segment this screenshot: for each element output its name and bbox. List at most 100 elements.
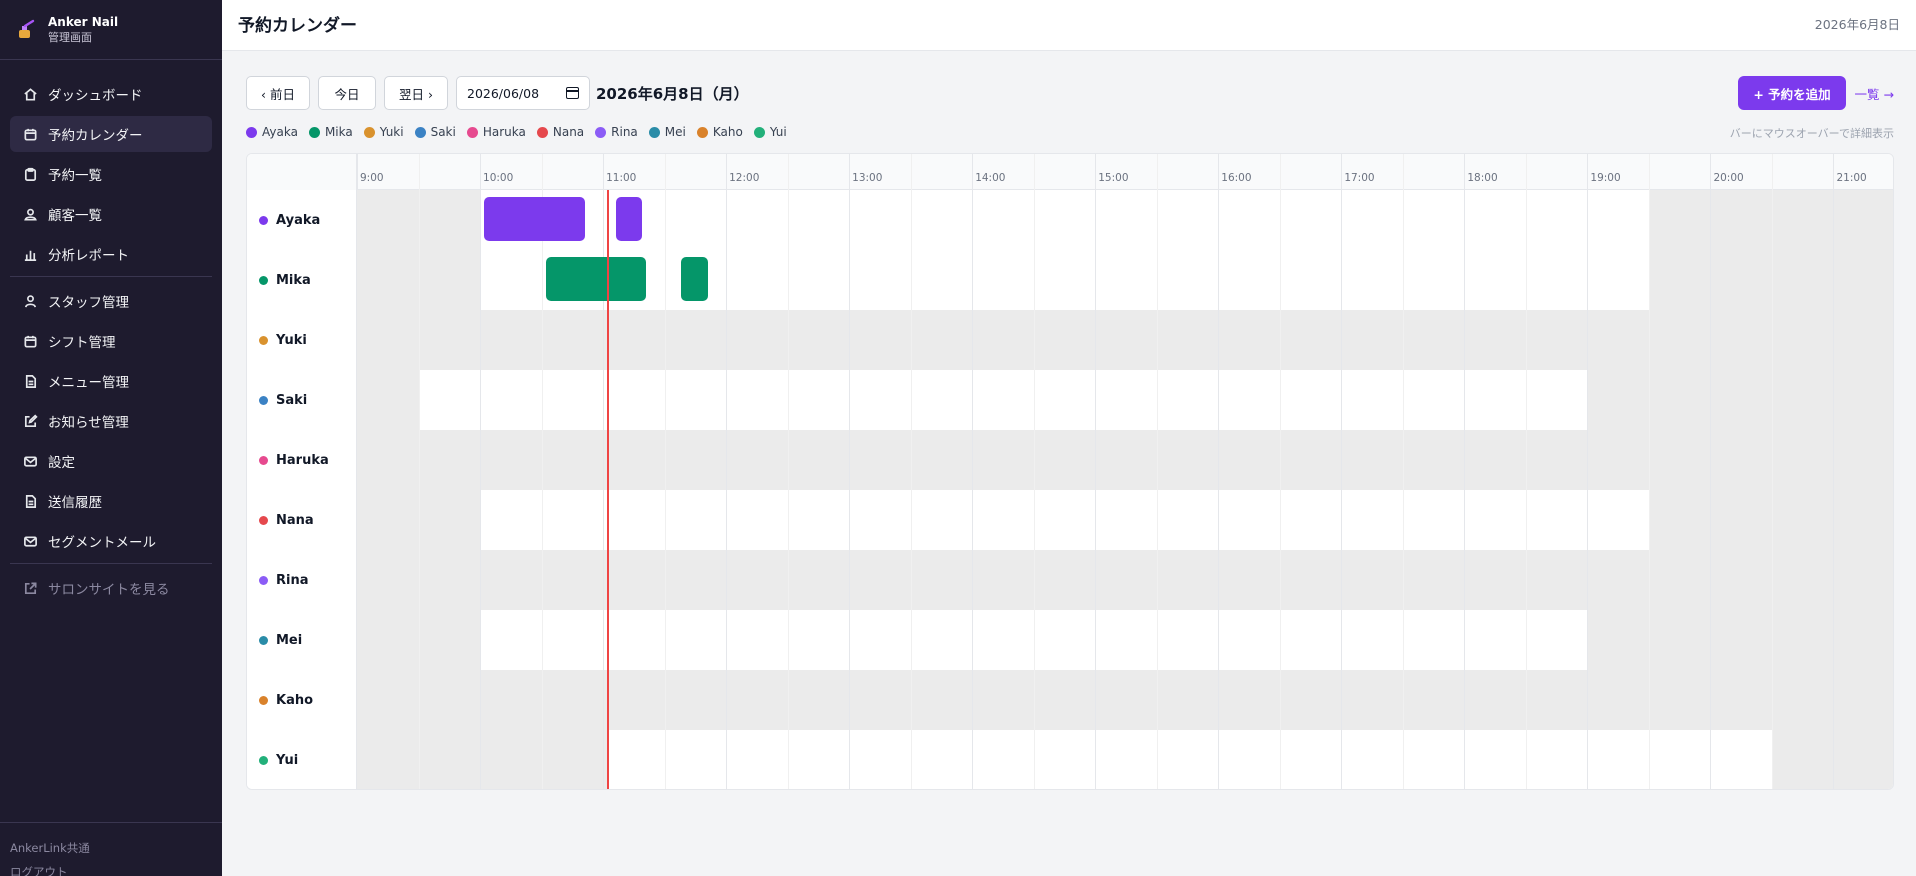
today-button[interactable]: 今日 — [318, 76, 376, 110]
legend-label: Ayaka — [262, 125, 298, 139]
grid-line — [1587, 370, 1589, 430]
header-grid-line — [1587, 154, 1589, 190]
brand: Anker Nail 管理画面 — [0, 0, 222, 60]
legend-item: Yui — [753, 125, 787, 139]
staff-timeline[interactable] — [357, 670, 1893, 730]
grid-line — [1402, 430, 1404, 490]
grid-line — [1033, 610, 1035, 670]
date-input[interactable]: 2026/06/08 — [456, 76, 590, 110]
legend-item: Mei — [648, 125, 686, 139]
legend-label: Nana — [552, 125, 585, 139]
grid-line — [1033, 490, 1035, 550]
booking-bar[interactable] — [680, 257, 708, 301]
grid-line — [726, 250, 728, 310]
calendar-picker-icon[interactable] — [566, 87, 579, 99]
grid-line — [603, 190, 605, 250]
grid-line — [1710, 250, 1712, 310]
sidebar-item-shifts[interactable]: シフト管理 — [10, 323, 212, 359]
grid-line — [972, 430, 974, 490]
staff-timeline[interactable] — [357, 190, 1893, 250]
grid-line — [1218, 310, 1220, 370]
grid-line — [1341, 550, 1343, 610]
staff-timeline[interactable] — [357, 250, 1893, 310]
sidebar-item-view-salon-site[interactable]: サロンサイトを見る — [10, 570, 212, 606]
prev-day-button[interactable]: ‹ 前日 — [246, 76, 310, 110]
staff-timeline[interactable] — [357, 730, 1893, 789]
grid-line — [1525, 610, 1527, 670]
grid-line — [541, 550, 543, 610]
grid-line — [541, 730, 543, 789]
booking-bar[interactable] — [615, 197, 643, 241]
sidebar-footer: AnkerLink共通 ログアウト — [0, 822, 222, 876]
staff-timeline[interactable] — [357, 310, 1893, 370]
next-day-button[interactable]: 翌日 › — [384, 76, 448, 110]
grid-line — [1341, 370, 1343, 430]
available-slot[interactable] — [480, 490, 1649, 550]
grid-line — [849, 490, 851, 550]
grid-line — [664, 670, 666, 730]
sidebar-item-send-history[interactable]: 送信履歴 — [10, 483, 212, 519]
sidebar-item-dashboard[interactable]: ダッシュボード — [10, 76, 212, 112]
staff-color-dot — [259, 455, 268, 465]
grid-line — [1156, 430, 1158, 490]
legend-item: Yuki — [363, 125, 404, 139]
grid-line — [726, 310, 728, 370]
booking-bar[interactable] — [545, 257, 647, 301]
sidebar-item-label: シフト管理 — [48, 335, 116, 351]
hour-label: 9:00 — [360, 172, 384, 184]
grid-line — [1095, 310, 1097, 370]
booking-bar[interactable] — [484, 197, 585, 241]
grid-line — [1095, 370, 1097, 430]
add-reservation-button[interactable]: + 予約を追加 — [1738, 76, 1846, 110]
available-slot[interactable] — [480, 190, 1649, 250]
hour-label: 18:00 — [1467, 172, 1498, 184]
grid-line — [1156, 550, 1158, 610]
grid-line — [1648, 670, 1650, 730]
header-grid-line — [664, 154, 666, 190]
header-grid-line — [1033, 154, 1035, 190]
staff-name: Rina — [276, 572, 309, 588]
staff-row: Kaho — [247, 670, 1893, 730]
available-slot[interactable] — [609, 730, 1772, 789]
grid-line — [849, 250, 851, 310]
logout-link[interactable]: ログアウト — [10, 863, 212, 876]
grid-line — [726, 490, 728, 550]
legend-dot — [536, 126, 548, 138]
external-link-icon — [22, 580, 38, 596]
grid-line — [541, 250, 543, 310]
grid-line — [1833, 610, 1835, 670]
grid-line — [849, 190, 851, 250]
sidebar-item-reservation-calendar[interactable]: 予約カレンダー — [10, 116, 212, 152]
staff-timeline[interactable] — [357, 370, 1893, 430]
staff-timeline[interactable] — [357, 550, 1893, 610]
grid-line — [480, 310, 482, 370]
available-slot[interactable] — [480, 250, 1649, 310]
sidebar-item-reservation-list[interactable]: 予約一覧 — [10, 156, 212, 192]
sidebar-item-settings[interactable]: 設定 — [10, 443, 212, 479]
grid-line — [664, 730, 666, 789]
grid-line — [1771, 370, 1773, 430]
available-slot[interactable] — [418, 370, 1588, 430]
grid-line — [1833, 490, 1835, 550]
list-view-link[interactable]: 一覧 → — [1855, 84, 1894, 103]
staff-timeline[interactable] — [357, 430, 1893, 490]
grid-line — [1402, 730, 1404, 789]
staff-row-label: Yui — [247, 730, 357, 789]
staff-name: Nana — [276, 512, 314, 528]
grid-line — [1218, 610, 1220, 670]
sidebar-item-announcements[interactable]: お知らせ管理 — [10, 403, 212, 439]
grid-line — [1648, 250, 1650, 310]
sidebar-item-menu[interactable]: メニュー管理 — [10, 363, 212, 399]
grid-line — [541, 610, 543, 670]
grid-line — [1833, 190, 1835, 250]
legend-item: Ayaka — [246, 125, 298, 139]
grid-line — [1710, 190, 1712, 250]
sidebar-item-analytics[interactable]: 分析レポート — [10, 236, 212, 272]
staff-timeline[interactable] — [357, 610, 1893, 670]
grid-line — [1833, 430, 1835, 490]
staff-timeline[interactable] — [357, 490, 1893, 550]
sidebar-item-customers[interactable]: 顧客一覧 — [10, 196, 212, 232]
sidebar-item-label: ダッシュボード — [48, 88, 143, 104]
sidebar-item-staff[interactable]: スタッフ管理 — [10, 283, 212, 319]
sidebar-item-segment-mail[interactable]: セグメントメール — [10, 523, 212, 559]
